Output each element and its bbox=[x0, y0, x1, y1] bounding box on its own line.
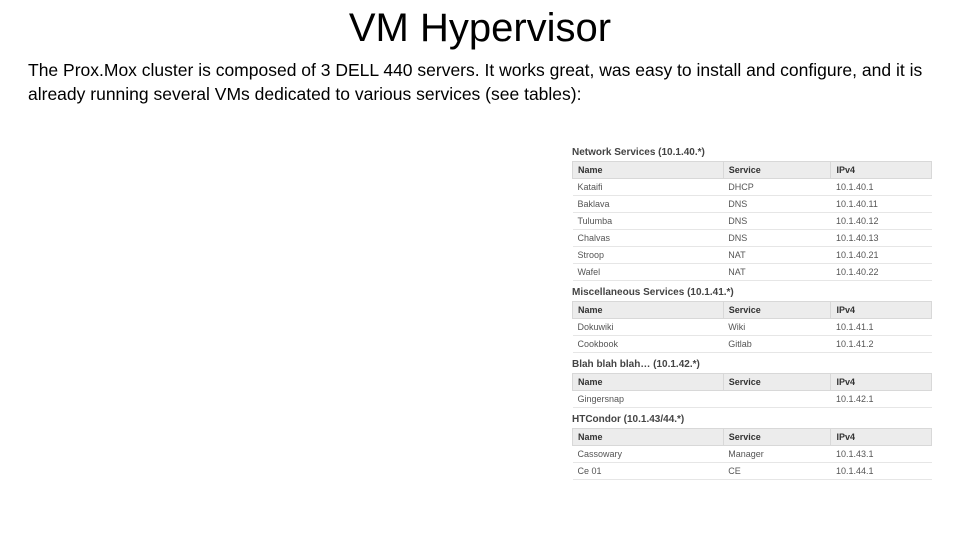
cell-ipv4: 10.1.40.21 bbox=[831, 247, 932, 264]
table-row: Kataifi DHCP 10.1.40.1 bbox=[573, 179, 932, 196]
cell-service: Wiki bbox=[723, 319, 831, 336]
col-name: Name bbox=[573, 374, 724, 391]
cell-ipv4: 10.1.43.1 bbox=[831, 446, 932, 463]
cell-ipv4: 10.1.44.1 bbox=[831, 463, 932, 480]
cell-name: Baklava bbox=[573, 196, 724, 213]
cell-name: Stroop bbox=[573, 247, 724, 264]
cell-name: Cookbook bbox=[573, 336, 724, 353]
cell-ipv4: 10.1.40.1 bbox=[831, 179, 932, 196]
col-name: Name bbox=[573, 302, 724, 319]
cell-service bbox=[723, 391, 831, 408]
cell-ipv4: 10.1.41.1 bbox=[831, 319, 932, 336]
col-service: Service bbox=[723, 162, 831, 179]
table-network: Name Service IPv4 Kataifi DHCP 10.1.40.1… bbox=[572, 161, 932, 281]
group-title: Miscellaneous Services (10.1.41.*) bbox=[572, 287, 932, 298]
page-title: VM Hypervisor bbox=[0, 6, 960, 51]
col-ipv4: IPv4 bbox=[831, 429, 932, 446]
cell-ipv4: 10.1.40.22 bbox=[831, 264, 932, 281]
table-blah: Name Service IPv4 Gingersnap 10.1.42.1 bbox=[572, 373, 932, 408]
table-row: Wafel NAT 10.1.40.22 bbox=[573, 264, 932, 281]
cell-service: DHCP bbox=[723, 179, 831, 196]
col-name: Name bbox=[573, 162, 724, 179]
col-name: Name bbox=[573, 429, 724, 446]
cell-ipv4: 10.1.40.12 bbox=[831, 213, 932, 230]
tables-panel: Network Services (10.1.40.*) Name Servic… bbox=[572, 141, 932, 480]
cell-name: Gingersnap bbox=[573, 391, 724, 408]
cell-service: Manager bbox=[723, 446, 831, 463]
cell-name: Cassowary bbox=[573, 446, 724, 463]
cell-ipv4: 10.1.40.11 bbox=[831, 196, 932, 213]
group-title: HTCondor (10.1.43/44.*) bbox=[572, 414, 932, 425]
col-service: Service bbox=[723, 302, 831, 319]
table-row: Tulumba DNS 10.1.40.12 bbox=[573, 213, 932, 230]
table-row: Baklava DNS 10.1.40.11 bbox=[573, 196, 932, 213]
table-row: Gingersnap 10.1.42.1 bbox=[573, 391, 932, 408]
table-row: Stroop NAT 10.1.40.21 bbox=[573, 247, 932, 264]
table-htcondor: Name Service IPv4 Cassowary Manager 10.1… bbox=[572, 428, 932, 480]
cell-service: DNS bbox=[723, 230, 831, 247]
cell-name: Chalvas bbox=[573, 230, 724, 247]
cell-name: Dokuwiki bbox=[573, 319, 724, 336]
col-ipv4: IPv4 bbox=[831, 302, 932, 319]
cell-service: Gitlab bbox=[723, 336, 831, 353]
cell-service: DNS bbox=[723, 213, 831, 230]
cell-service: CE bbox=[723, 463, 831, 480]
group-title: Network Services (10.1.40.*) bbox=[572, 147, 932, 158]
slide: VM Hypervisor The Prox.Mox cluster is co… bbox=[0, 6, 960, 540]
cell-service: NAT bbox=[723, 247, 831, 264]
cell-name: Ce 01 bbox=[573, 463, 724, 480]
cell-ipv4: 10.1.42.1 bbox=[831, 391, 932, 408]
table-row: Cookbook Gitlab 10.1.41.2 bbox=[573, 336, 932, 353]
cell-ipv4: 10.1.41.2 bbox=[831, 336, 932, 353]
col-service: Service bbox=[723, 429, 831, 446]
cell-name: Wafel bbox=[573, 264, 724, 281]
table-row: Chalvas DNS 10.1.40.13 bbox=[573, 230, 932, 247]
col-ipv4: IPv4 bbox=[831, 162, 932, 179]
intro-text: The Prox.Mox cluster is composed of 3 DE… bbox=[28, 59, 932, 106]
cell-service: DNS bbox=[723, 196, 831, 213]
table-row: Ce 01 CE 10.1.44.1 bbox=[573, 463, 932, 480]
cell-name: Tulumba bbox=[573, 213, 724, 230]
col-ipv4: IPv4 bbox=[831, 374, 932, 391]
table-row: Dokuwiki Wiki 10.1.41.1 bbox=[573, 319, 932, 336]
cell-name: Kataifi bbox=[573, 179, 724, 196]
group-title: Blah blah blah… (10.1.42.*) bbox=[572, 359, 932, 370]
col-service: Service bbox=[723, 374, 831, 391]
table-row: Cassowary Manager 10.1.43.1 bbox=[573, 446, 932, 463]
table-misc: Name Service IPv4 Dokuwiki Wiki 10.1.41.… bbox=[572, 301, 932, 353]
cell-ipv4: 10.1.40.13 bbox=[831, 230, 932, 247]
cell-service: NAT bbox=[723, 264, 831, 281]
